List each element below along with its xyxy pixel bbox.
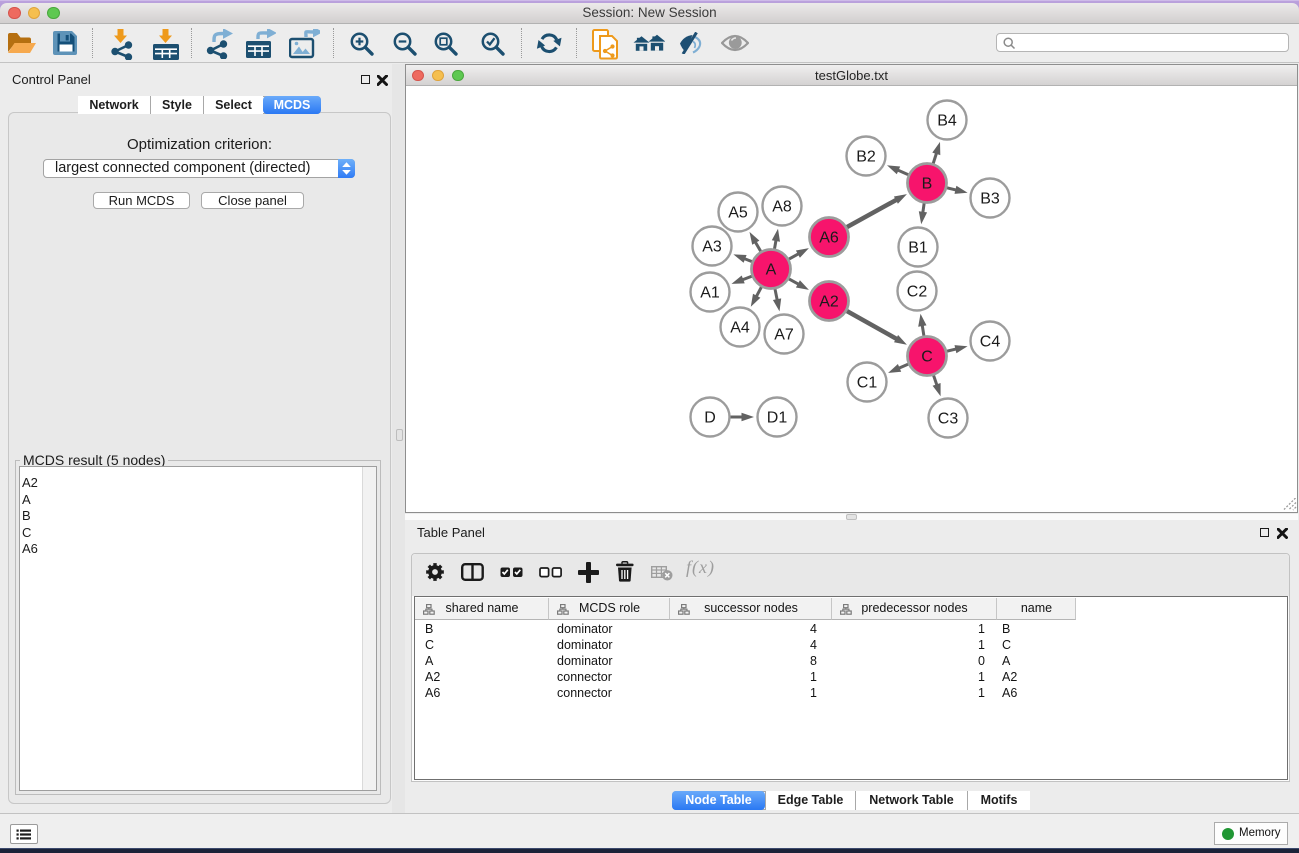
svg-text:D1: D1 <box>767 410 788 427</box>
svg-text:B2: B2 <box>856 149 876 166</box>
svg-text:C2: C2 <box>907 284 928 301</box>
svg-text:C1: C1 <box>857 375 878 392</box>
svg-text:B1: B1 <box>908 240 928 257</box>
svg-text:A1: A1 <box>700 285 720 302</box>
svg-text:A5: A5 <box>728 205 748 222</box>
svg-text:A7: A7 <box>774 327 794 344</box>
svg-text:D: D <box>704 410 716 427</box>
svg-text:C3: C3 <box>938 411 959 428</box>
svg-text:A4: A4 <box>730 320 750 337</box>
svg-text:B4: B4 <box>937 113 957 130</box>
svg-text:C4: C4 <box>980 334 1001 351</box>
svg-text:B: B <box>922 176 933 193</box>
svg-text:C: C <box>921 349 933 366</box>
svg-text:B3: B3 <box>980 191 1000 208</box>
svg-text:A6: A6 <box>819 230 839 247</box>
svg-text:A3: A3 <box>702 239 722 256</box>
svg-text:A8: A8 <box>772 199 792 216</box>
svg-text:A: A <box>766 262 777 279</box>
svg-text:A2: A2 <box>819 294 839 311</box>
